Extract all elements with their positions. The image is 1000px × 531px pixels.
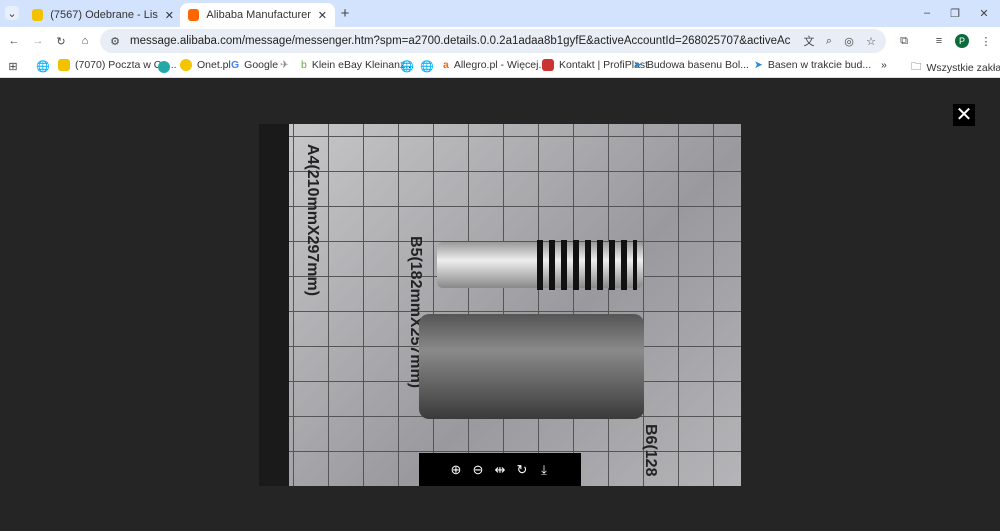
all-bookmarks[interactable]: 🗀 Wszystkie zakładki (911, 59, 1000, 77)
new-tab-icon[interactable]: + (338, 5, 352, 22)
preview-image: A4(210mmX297mm) B5(182mmX257mm) B6(128 (259, 124, 741, 486)
extensions-icon[interactable]: ⧉ (897, 34, 911, 48)
download-icon[interactable]: ⤓ (537, 462, 551, 478)
image-toolbar: ⊕ ⊖ ⇹ ↻ ⤓ (419, 453, 581, 486)
site-info-icon[interactable]: ⚙ (108, 34, 122, 48)
more-bookmarks-icon[interactable]: » (881, 59, 887, 71)
globe-icon[interactable]: 🌐 (420, 59, 434, 73)
translate-icon[interactable]: 文 (802, 34, 816, 48)
tab-search-icon[interactable]: ⌄ (5, 6, 19, 20)
bookmark-star-icon[interactable]: ☆ (864, 34, 878, 48)
reload-icon[interactable]: ↻ (54, 34, 68, 48)
profiplast-icon (542, 59, 554, 71)
tab-mail[interactable]: (7567) Odebrane - Lista Wiadomości ✕ (24, 3, 182, 27)
bookmark-label: Basen w trakcie bud... (767, 59, 872, 71)
metal-cylinder (419, 314, 644, 419)
address-bar[interactable]: ⚙ message.alibaba.com/message/messenger.… (100, 29, 886, 53)
folder-icon: 🗀 (911, 61, 922, 73)
close-preview-button[interactable]: ✕ (953, 104, 975, 126)
mail-favicon-icon (32, 9, 44, 21)
globe-icon[interactable]: 🌐 (400, 59, 414, 73)
paper-label-b6: B6(128 (642, 424, 659, 477)
globe-icon[interactable]: 🌐 (36, 59, 50, 73)
zoom-out-icon[interactable]: ⊖ (471, 462, 485, 478)
close-tab-icon[interactable]: ✕ (165, 9, 174, 22)
bookmark-icon[interactable] (158, 61, 170, 73)
zoom-icon[interactable]: ⌕ (822, 34, 836, 48)
bookmarks-bar: ⊞ 🌐 (7070) Poczta w On... Onet.pl G Googl… (0, 55, 1000, 78)
bird-icon: ➤ (633, 59, 642, 71)
tracking-eye-icon[interactable]: ◎ (842, 34, 856, 48)
google-icon: G (231, 59, 240, 71)
ebay-icon: b (301, 59, 307, 71)
tab-title: (7567) Odebrane - Lista Wiadomości (50, 9, 158, 21)
bookmark-allegro[interactable]: a Allegro.pl - Więcej... (443, 59, 547, 71)
bookmark-label: Wszystkie zakładki (926, 62, 1000, 74)
onet-icon (180, 59, 192, 71)
bookmark-google[interactable]: G Google (231, 59, 278, 71)
rotate-icon[interactable]: ↻ (515, 462, 529, 478)
menu-icon[interactable]: ⋮ (979, 34, 993, 48)
profile-avatar[interactable]: P (955, 34, 969, 48)
mail-icon (58, 59, 70, 71)
close-window-icon[interactable]: ✕ (977, 6, 991, 20)
bookmark-budowa[interactable]: ➤ Budowa basenu Bol... (633, 59, 749, 71)
tab-bar: ⌄ (7567) Odebrane - Lista Wiadomości ✕ A… (0, 0, 1000, 27)
bookmark-label: Allegro.pl - Więcej... (453, 59, 548, 71)
back-icon[interactable]: ← (7, 34, 21, 48)
forward-icon[interactable]: → (31, 34, 45, 48)
bookmark-icon[interactable]: ✈ (280, 59, 289, 71)
toolbar: ← → ↻ ⌂ ⚙ message.alibaba.com/message/me… (0, 27, 1000, 55)
tab-alibaba[interactable]: Alibaba Manufacturer Directory ✕ (180, 3, 335, 27)
media-icon[interactable]: ≡ (932, 34, 946, 48)
restore-icon[interactable]: ❐ (948, 6, 962, 20)
spring (537, 240, 637, 290)
bird-icon: ➤ (754, 59, 763, 71)
tab-title: Alibaba Manufacturer Directory (206, 9, 311, 21)
bookmark-label: Klein eBay Kleinanz... (311, 59, 414, 71)
home-icon[interactable]: ⌂ (78, 34, 92, 48)
close-tab-icon[interactable]: ✕ (318, 9, 327, 22)
zoom-in-icon[interactable]: ⊕ (449, 462, 463, 478)
allegro-icon: a (443, 59, 449, 71)
bookmark-label: Google (244, 59, 279, 71)
bookmark-label: Budowa basenu Bol... (646, 59, 749, 71)
fit-size-icon[interactable]: ⇹ (493, 462, 507, 478)
url-text: message.alibaba.com/message/messenger.ht… (130, 35, 790, 47)
alibaba-favicon-icon (188, 9, 200, 21)
bookmark-ebay[interactable]: b Klein eBay Kleinanz... (301, 59, 414, 71)
bookmark-label: Onet.pl (197, 59, 231, 71)
minimize-icon[interactable]: – (920, 6, 934, 20)
apps-icon[interactable]: ⊞ (6, 59, 20, 73)
bookmark-basen[interactable]: ➤ Basen w trakcie bud... (754, 59, 871, 71)
paper-label-a4: A4(210mmX297mm) (304, 144, 321, 297)
bookmark-onet[interactable]: Onet.pl (180, 59, 231, 71)
